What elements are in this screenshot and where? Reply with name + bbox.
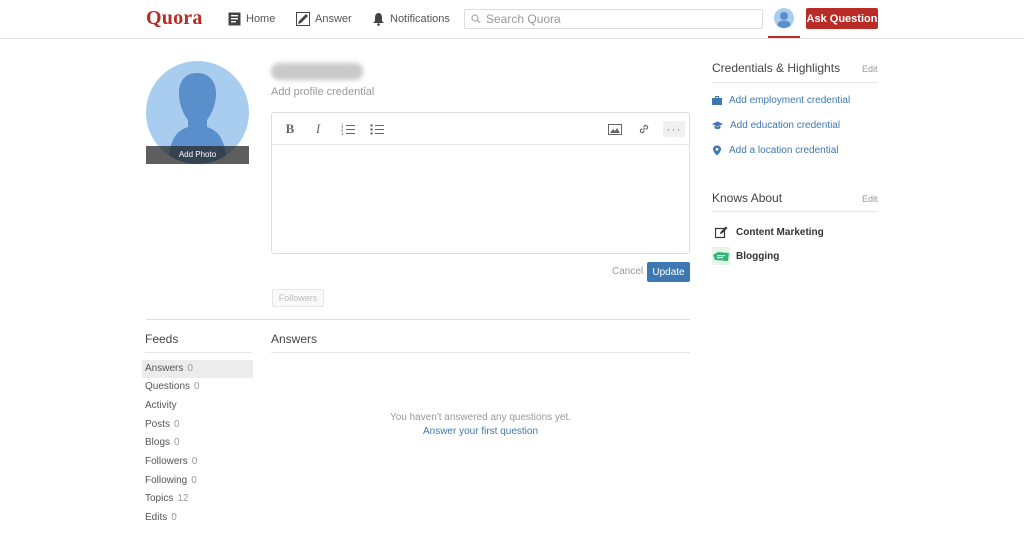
feed-item-topics[interactable]: Topics 12 [142,490,253,508]
nav-notifications[interactable]: Notifications [372,9,450,29]
more-icon[interactable]: ··· [663,121,685,137]
feed-item-following[interactable]: Following 0 [142,472,253,490]
feed-item-label: Edits [145,512,168,523]
ask-question-button[interactable]: Ask Question [806,8,878,29]
numbered-list-icon[interactable]: 123 [340,121,356,137]
active-avatar-indicator [768,36,800,38]
link-icon[interactable] [636,121,652,137]
feed-item-count: 0 [187,363,193,374]
feed-item-count: 12 [177,493,189,504]
topic-content-marketing[interactable]: Content Marketing [712,223,824,241]
cancel-button[interactable]: Cancel [612,266,643,277]
graduation-cap-icon [712,121,723,129]
topic-label: Blogging [736,250,780,262]
credentials-divider [712,82,878,83]
bell-icon [373,13,384,26]
quora-logo[interactable]: Quora [146,7,203,30]
feed-item-questions[interactable]: Questions 0 [142,378,253,396]
feed-item-count: 0 [191,475,197,486]
add-location-credential[interactable]: Add a location credential [712,143,839,157]
editor-toolbar: B I 123 ··· [272,113,689,145]
feed-item-label: Questions [145,381,191,392]
nav-answer[interactable]: Answer [296,9,352,29]
feed-item-count: 0 [171,512,177,523]
credential-label: Add employment credential [729,94,851,106]
add-photo-button[interactable]: Add Photo [146,146,249,164]
answer-first-question-link[interactable]: Answer your first question [271,426,690,437]
feed-item-edits[interactable]: Edits 0 [142,509,253,527]
top-nav-bar: Quora Home Answer Notifications Ask Ques… [0,0,1024,39]
feed-item-label: Topics [145,493,174,504]
feed-item-count: 0 [191,456,198,467]
feed-item-answers[interactable]: Answers 0 [142,360,253,378]
credential-label: Add education credential [730,119,841,131]
feed-item-count: 0 [174,419,180,430]
add-profile-credential-link[interactable]: Add profile credential [271,86,374,98]
nav-home-label: Home [246,13,276,25]
feed-item-posts[interactable]: Posts 0 [142,416,253,434]
briefcase-icon [712,95,722,105]
credential-label: Add a location credential [729,144,839,156]
feed-item-label: Following [145,475,188,486]
avatar-silhouette-icon [777,12,791,28]
svg-text:3: 3 [341,131,344,135]
bold-icon[interactable]: B [282,121,298,137]
profile-name-redacted [271,63,363,80]
feeds-divider [145,352,252,353]
pencil-icon [296,12,310,26]
editor-text-area[interactable] [272,145,689,253]
nav-answer-label: Answer [315,13,352,25]
feed-item-activity[interactable]: Activity [142,397,253,415]
answers-heading: Answers [271,332,318,346]
image-icon[interactable] [607,121,623,137]
edit-square-icon [712,223,730,241]
followers-button[interactable]: Followers [272,289,324,307]
blogging-topic-icon [712,247,730,265]
bulleted-list-icon[interactable] [369,121,385,137]
feed-item-label: Blogs [145,437,171,448]
bio-editor: B I 123 ··· [271,112,690,254]
search-icon [471,14,481,24]
answers-divider [271,352,690,353]
topic-blogging[interactable]: Blogging [712,247,779,265]
feed-item-followers[interactable]: Followers 0 [142,453,253,471]
feed-item-count: 0 [174,437,180,448]
feed-item-count: 0 [194,381,200,392]
credentials-edit-link[interactable]: Edit [862,64,878,74]
search-box[interactable] [464,9,763,29]
home-icon [228,12,241,26]
italic-icon[interactable]: I [310,121,326,137]
update-button[interactable]: Update [647,262,690,282]
add-employment-credential[interactable]: Add employment credential [712,93,850,107]
section-divider [146,319,690,320]
location-pin-icon [713,145,721,155]
user-avatar[interactable] [774,8,794,28]
feed-item-label: Activity [145,400,177,411]
feed-item-blogs[interactable]: Blogs 0 [142,434,253,452]
knows-about-edit-link[interactable]: Edit [862,194,878,204]
empty-answers-message: You haven't answered any questions yet. [389,412,572,423]
feed-item-label: Answers [145,363,184,374]
feed-item-label: Followers [145,456,188,467]
nav-home[interactable]: Home [228,9,275,29]
knows-about-heading: Knows About [712,191,783,205]
nav-notifications-label: Notifications [390,13,450,25]
search-input[interactable] [486,12,746,26]
feeds-heading: Feeds [145,332,179,346]
credentials-heading: Credentials & Highlights [712,61,841,75]
feed-item-label: Posts [145,419,171,430]
topic-label: Content Marketing [736,226,824,238]
knows-about-divider [712,211,878,212]
add-education-credential[interactable]: Add education credential [712,118,840,132]
